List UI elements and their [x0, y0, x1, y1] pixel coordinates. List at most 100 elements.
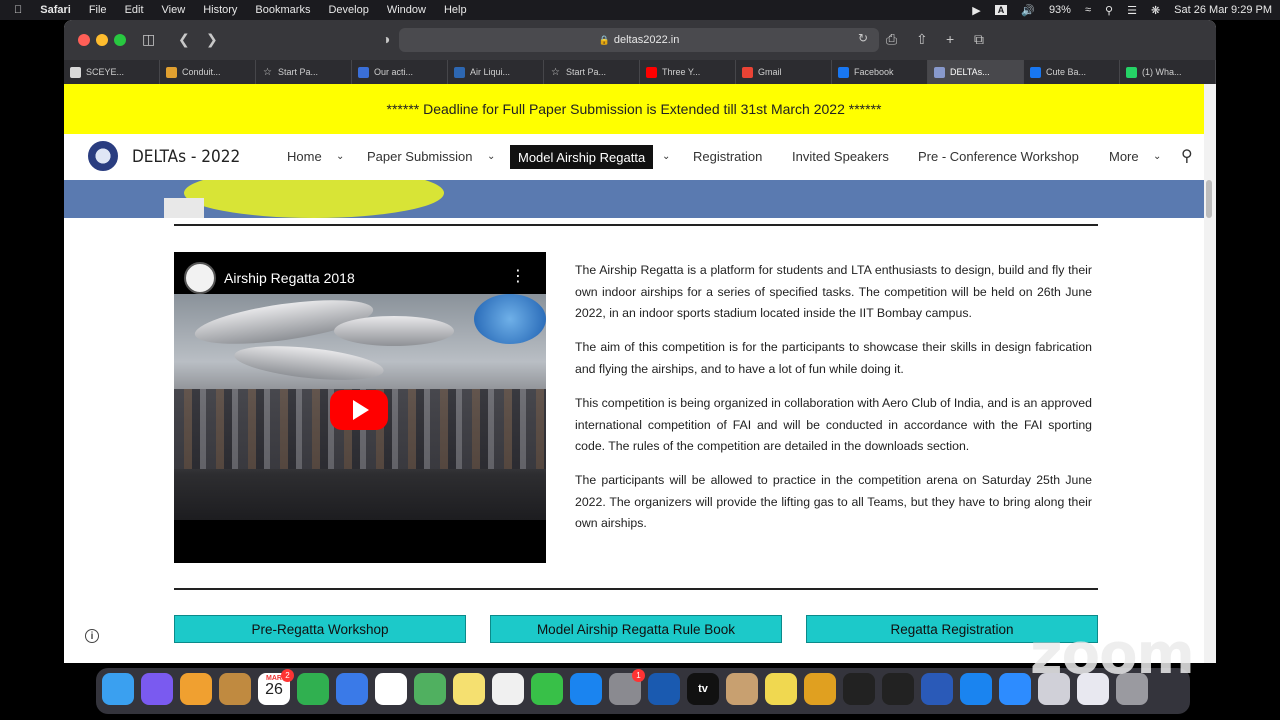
print-icon[interactable]: ⎙: [886, 31, 897, 48]
share-icon[interactable]: ⇧: [916, 31, 928, 48]
browser-tab[interactable]: Facebook: [832, 60, 928, 84]
web-page: ****** Deadline for Full Paper Submissio…: [64, 84, 1216, 663]
browser-tab[interactable]: SCEYE...: [64, 60, 160, 84]
menu-bookmarks[interactable]: Bookmarks: [255, 4, 310, 16]
browser-tab[interactable]: (1) Wha...: [1120, 60, 1216, 84]
calendar-icon[interactable]: MAR 26 2: [258, 669, 294, 705]
siri-menu-icon[interactable]: ❋: [1151, 4, 1160, 17]
browser-tab[interactable]: ☆ Start Pa...: [544, 60, 640, 84]
scrollbar[interactable]: [1204, 84, 1216, 663]
browser-tab[interactable]: DELTAs...: [928, 60, 1024, 84]
address-bar[interactable]: 🔒 deltas2022.in: [399, 28, 879, 52]
mail-icon[interactable]: [336, 673, 368, 705]
apple-menu-icon[interactable]: : [14, 4, 22, 16]
youtube-video-embed[interactable]: Airship Regatta 2018 ⋮: [174, 252, 546, 563]
settings-icon[interactable]: 1: [609, 669, 645, 705]
lock-icon: 🔒: [598, 34, 610, 45]
blimp-photo: [184, 180, 444, 218]
browser-tab[interactable]: Our acti...: [352, 60, 448, 84]
battery-icon[interactable]: 93%: [1049, 4, 1071, 16]
video-title[interactable]: Airship Regatta 2018: [224, 270, 355, 286]
browser-tab[interactable]: Three Y...: [640, 60, 736, 84]
chevron-down-icon[interactable]: ⌄: [336, 151, 344, 162]
stickies-icon[interactable]: [765, 673, 797, 705]
site-title[interactable]: DELTAs - 2022: [132, 147, 240, 167]
privacy-shield-icon[interactable]: ◑: [382, 31, 390, 47]
browser-tab[interactable]: ☆ Start Pa...: [256, 60, 352, 84]
nav-model-airship-regatta[interactable]: Model Airship Regatta: [510, 145, 654, 169]
siri-icon[interactable]: [141, 673, 173, 705]
zoom-window-button[interactable]: [114, 34, 126, 46]
chevron-down-icon[interactable]: ⌄: [487, 151, 495, 162]
tab-overview-icon[interactable]: ⧉: [974, 31, 984, 48]
site-logo[interactable]: [88, 141, 118, 171]
quicktime-icon[interactable]: [648, 673, 680, 705]
menubar-clock[interactable]: Sat 26 Mar 9:29 PM: [1174, 4, 1272, 16]
nav-pre-conference-workshop[interactable]: Pre - Conference Workshop: [918, 149, 1079, 164]
sidebar-toggle-icon[interactable]: ◫: [142, 31, 155, 48]
browser-tab[interactable]: Air Liqui...: [448, 60, 544, 84]
numbers-icon[interactable]: [297, 673, 329, 705]
dock: MAR 26 2 1 tv: [96, 668, 1190, 714]
maps-icon[interactable]: [414, 673, 446, 705]
photos-icon[interactable]: [492, 673, 524, 705]
control-center-icon[interactable]: ☰: [1127, 4, 1137, 17]
nav-more[interactable]: More: [1109, 149, 1139, 164]
menu-edit[interactable]: Edit: [125, 4, 144, 16]
chevron-down-icon[interactable]: ⌄: [662, 151, 670, 162]
play-status-icon[interactable]: ▶: [972, 4, 980, 17]
notes-app-icon[interactable]: [219, 673, 251, 705]
wifi-icon[interactable]: ≈: [1085, 4, 1091, 16]
nav-paper-submission[interactable]: Paper Submission: [367, 149, 473, 164]
chevron-down-icon[interactable]: ⌄: [1153, 151, 1161, 162]
more-vertical-icon[interactable]: ⋮: [510, 266, 526, 286]
search-icon[interactable]: ⚲: [1181, 146, 1193, 166]
launchpad-icon[interactable]: [180, 673, 212, 705]
forward-icon[interactable]: ❯: [206, 31, 218, 48]
appletv-icon[interactable]: tv: [687, 673, 719, 705]
terminal-icon[interactable]: [843, 673, 875, 705]
channel-avatar[interactable]: [184, 262, 216, 294]
volume-icon[interactable]: 🔊: [1021, 4, 1035, 17]
new-tab-icon[interactable]: +: [946, 31, 954, 47]
activity-monitor-icon[interactable]: [882, 673, 914, 705]
scrollbar-thumb[interactable]: [1206, 180, 1212, 218]
reminders-icon[interactable]: [375, 673, 407, 705]
input-source-icon[interactable]: A: [994, 5, 1008, 15]
browser-tab[interactable]: Cute Ba...: [1024, 60, 1120, 84]
menu-file[interactable]: File: [89, 4, 107, 16]
finder-icon[interactable]: [102, 673, 134, 705]
info-icon[interactable]: i: [85, 629, 99, 643]
pre-regatta-workshop-button[interactable]: Pre-Regatta Workshop: [174, 615, 466, 643]
tab-label: Conduit...: [182, 67, 221, 77]
appstore-icon[interactable]: [570, 673, 602, 705]
gmail-icon: [742, 66, 753, 78]
menu-view[interactable]: View: [162, 4, 186, 16]
gamecenter-icon[interactable]: [804, 673, 836, 705]
hero-image: [64, 180, 1204, 218]
play-button[interactable]: [330, 390, 388, 430]
spotlight-icon[interactable]: ⚲: [1105, 4, 1113, 17]
app-menu-safari[interactable]: Safari: [40, 4, 71, 16]
facebook-icon: [1030, 66, 1041, 78]
browser-tab[interactable]: Conduit...: [160, 60, 256, 84]
preview-icon[interactable]: [726, 673, 758, 705]
menu-help[interactable]: Help: [444, 4, 467, 16]
minimize-window-button[interactable]: [96, 34, 108, 46]
word-icon[interactable]: [921, 673, 953, 705]
zoom-icon[interactable]: [999, 673, 1031, 705]
nav-invited-speakers[interactable]: Invited Speakers: [792, 149, 889, 164]
nav-registration[interactable]: Registration: [693, 149, 762, 164]
menu-develop[interactable]: Develop: [328, 4, 368, 16]
close-window-button[interactable]: [78, 34, 90, 46]
notes-icon[interactable]: [453, 673, 485, 705]
messages-icon[interactable]: [531, 673, 563, 705]
menu-window[interactable]: Window: [387, 4, 426, 16]
menu-history[interactable]: History: [203, 4, 237, 16]
safari-icon[interactable]: [960, 673, 992, 705]
browser-tab[interactable]: Gmail: [736, 60, 832, 84]
nav-home[interactable]: Home: [287, 149, 322, 164]
reload-icon[interactable]: ↻: [858, 31, 868, 45]
back-icon[interactable]: ❮: [178, 31, 190, 48]
rule-book-button[interactable]: Model Airship Regatta Rule Book: [490, 615, 782, 643]
